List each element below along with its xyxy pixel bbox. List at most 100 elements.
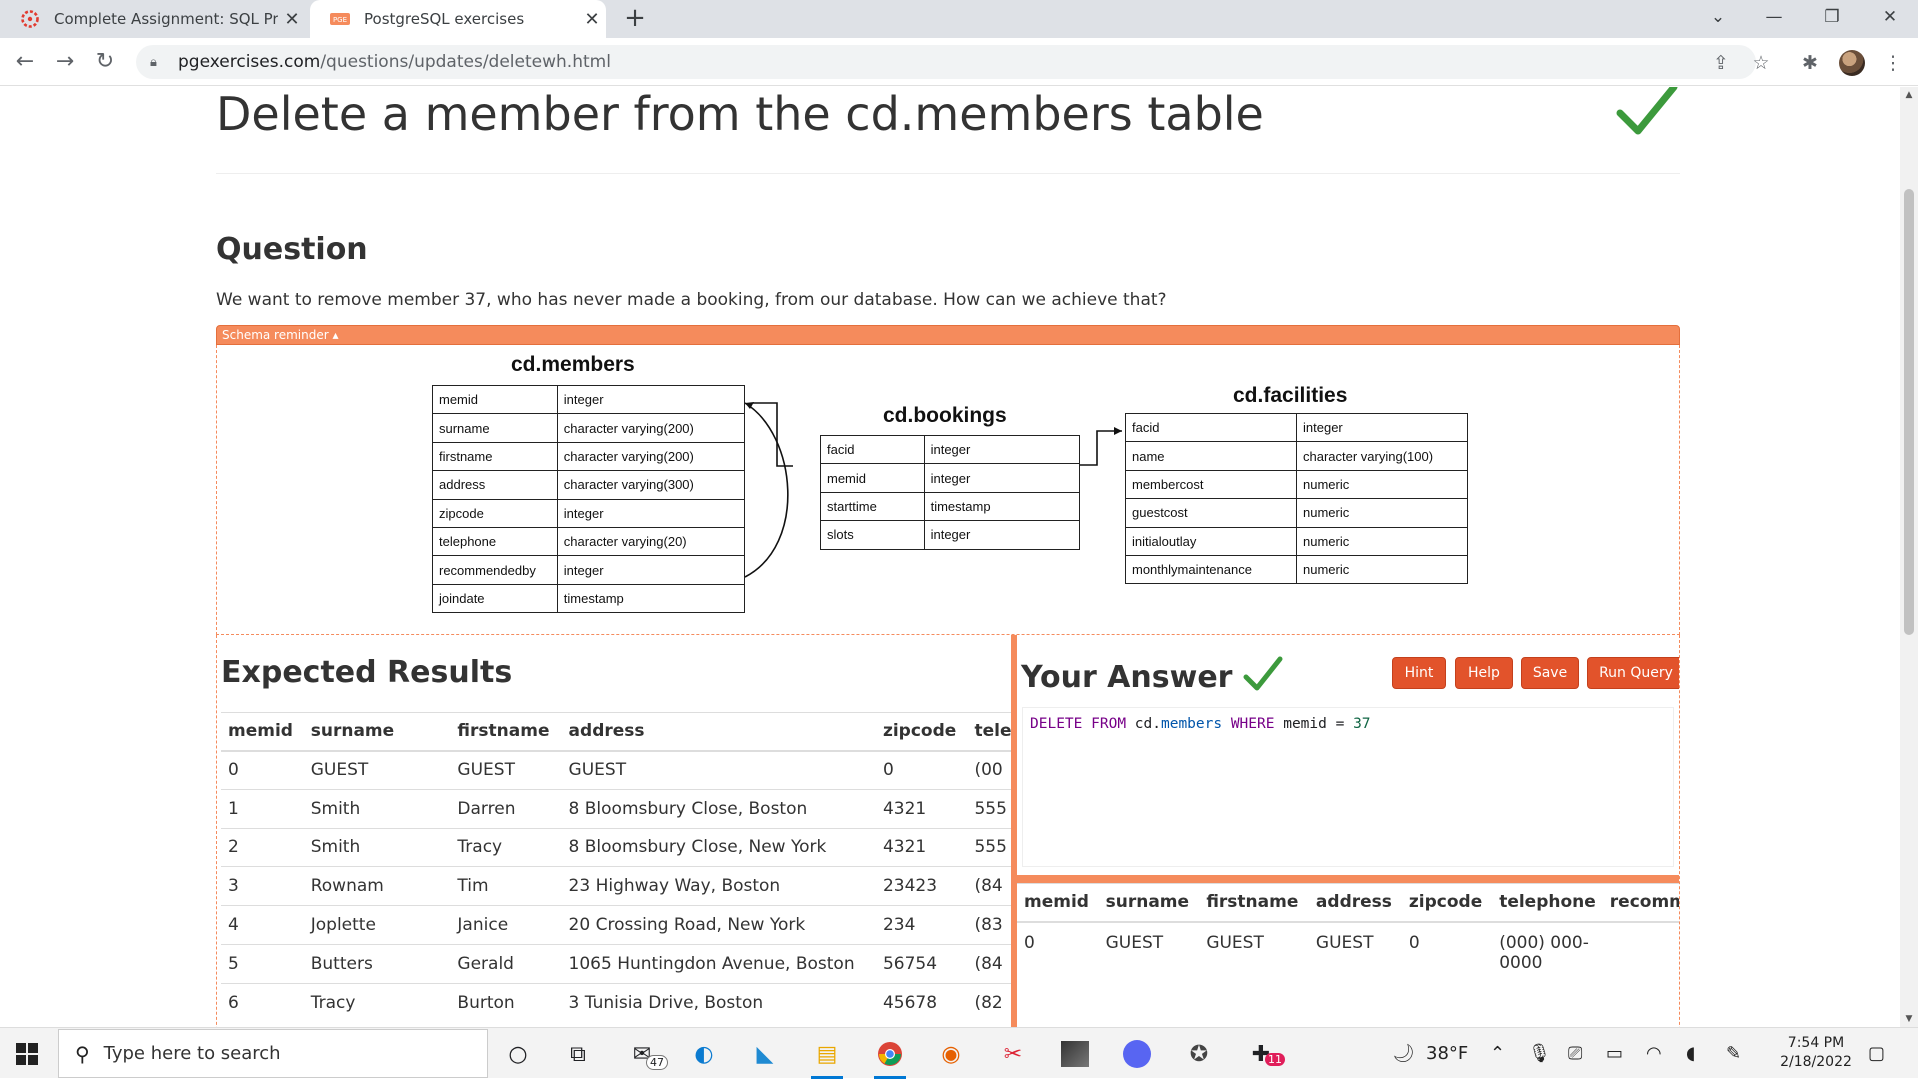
table-row: 2 Smith Tracy 8 Bloomsbury Close, New York 4… (221, 827, 1011, 867)
tab-search-icon[interactable]: ⌄ (1690, 0, 1746, 34)
table-cell (1602, 921, 1679, 1012)
weather-moon-icon[interactable]: 🌙︎ (1392, 1028, 1415, 1079)
column-name: memid (820, 463, 925, 493)
column-header: firstname (450, 712, 562, 752)
browser-toolbar: ← → ↻ 🔒︎ pgexercises.com/questions/updat… (0, 38, 1918, 86)
schema-row: facid integer (820, 434, 1081, 465)
column-type: timestamp (923, 491, 1081, 522)
table-cell: 5 (221, 943, 304, 984)
schema-diagram: cd.members memid integer surname character … (216, 345, 1680, 635)
task-view-icon[interactable]: ⧉ (558, 1035, 598, 1073)
notifications-icon[interactable]: ▢ (1868, 1028, 1885, 1079)
taskbar-search-box[interactable]: ⚲ Type here to search (58, 1029, 488, 1078)
column-name: zipcode (432, 498, 558, 528)
chrome-icon[interactable] (870, 1035, 910, 1079)
table-cell: 555 (967, 788, 1011, 829)
scroll-down-arrow[interactable]: ▼ (1900, 1011, 1918, 1027)
windows-start-icon[interactable] (16, 1043, 38, 1065)
discord-icon[interactable] (1117, 1035, 1157, 1073)
bookings-schema-table: facid integer memid integer starttime timesta… (820, 434, 1081, 550)
schema-row: facid integer (1125, 412, 1468, 443)
maximize-button[interactable]: ❐ (1804, 0, 1860, 34)
game-app-icon[interactable] (1055, 1035, 1095, 1073)
page-scrollbar[interactable]: ▲ ▼ (1900, 87, 1918, 1027)
sql-editor[interactable]: DELETE FROM cd.members WHERE memid = 37 (1022, 707, 1674, 867)
sql-column: memid (1283, 716, 1327, 732)
table-cell: Butters (303, 943, 451, 984)
tray-chevron-icon[interactable]: ⌃ (1490, 1028, 1505, 1079)
table-cell: GUEST (450, 750, 562, 790)
wifi-icon[interactable]: ◠ (1646, 1028, 1662, 1079)
scroll-thumb[interactable] (1904, 189, 1914, 635)
page-viewport: Delete a member from the cd.members tabl… (0, 87, 1900, 1027)
sql-keyword: FROM (1091, 716, 1127, 732)
battery-icon[interactable]: ▭ (1606, 1028, 1623, 1079)
bookmark-star-icon[interactable]: ☆ (1748, 50, 1774, 76)
file-explorer-icon[interactable]: ▤ (807, 1035, 847, 1079)
star-app-icon[interactable]: ✪ (1179, 1035, 1219, 1073)
table-row: 1 Smith Darren 8 Bloomsbury Close, Boston 43… (221, 788, 1011, 829)
table-cell: Smith (303, 827, 451, 867)
schema-row: monthlymaintenance numeric (1125, 554, 1468, 585)
address-bar[interactable]: 🔒︎ pgexercises.com/questions/updates/del… (136, 45, 1756, 79)
table-cell: GUEST (561, 750, 876, 790)
column-type: numeric (1296, 526, 1468, 556)
tab-canvas-assignment[interactable]: Complete Assignment: SQL Practi ✕ (0, 0, 306, 38)
schema-row: memid integer (820, 463, 1081, 493)
column-name: guestcost (1125, 498, 1297, 528)
column-header: telephone (1492, 883, 1603, 923)
hint-button[interactable]: Hint (1392, 657, 1446, 689)
column-name: surname (432, 413, 558, 443)
save-button[interactable]: Save (1521, 657, 1579, 689)
mail-icon[interactable]: ✉ 47 (622, 1035, 668, 1073)
column-type: numeric (1296, 498, 1468, 528)
firefox-icon[interactable]: ◉ (931, 1035, 971, 1073)
sql-keyword: WHERE (1230, 716, 1275, 732)
forward-icon[interactable]: → (50, 48, 80, 78)
vscode-icon[interactable]: ◣ (745, 1035, 785, 1073)
close-window-button[interactable]: ✕ (1862, 0, 1918, 34)
pen-icon[interactable]: ✎ (1726, 1028, 1741, 1079)
column-header: address (1308, 883, 1402, 923)
new-tab-button[interactable]: + (620, 4, 650, 34)
schema-reminder-toggle[interactable]: Schema reminder ▴ (216, 325, 1680, 345)
table-cell: 4321 (875, 827, 968, 867)
column-type: numeric (1296, 469, 1468, 500)
taskbar-clock[interactable]: 7:54 PM 2/18/2022 (1770, 1034, 1862, 1072)
slack-icon[interactable]: ✚ 11 (1241, 1035, 1285, 1073)
reload-icon[interactable]: ↻ (90, 48, 120, 78)
schema-row: membercost numeric (1125, 469, 1468, 500)
editor-results-splitter[interactable] (1017, 875, 1679, 883)
column-type: character varying(300) (556, 470, 746, 500)
back-icon[interactable]: ← (10, 48, 40, 78)
table-cell: Smith (303, 788, 451, 829)
close-tab-icon[interactable]: ✕ (278, 9, 306, 30)
minimize-button[interactable]: — (1746, 0, 1802, 34)
clock-time: 7:54 PM (1787, 1035, 1845, 1051)
volume-icon[interactable]: ◖ (1686, 1028, 1695, 1079)
column-header: tele (967, 712, 1011, 752)
menu-kebab-icon[interactable]: ⋮ (1880, 50, 1906, 76)
schema-row: slots integer (820, 520, 1081, 550)
schema-row: firstname character varying(200) (432, 441, 746, 472)
extensions-icon[interactable]: ✱ (1797, 50, 1823, 76)
weather-temp[interactable]: 38°F (1426, 1028, 1468, 1079)
close-tab-icon[interactable]: ✕ (578, 9, 606, 30)
table-cell: 8 Bloomsbury Close, New York (561, 827, 876, 867)
help-button[interactable]: Help (1455, 657, 1513, 689)
cortana-icon[interactable]: ○ (498, 1035, 538, 1073)
scroll-up-arrow[interactable]: ▲ (1900, 87, 1918, 103)
sql-keyword: DELETE (1030, 716, 1083, 732)
edge-icon[interactable]: ◐ (684, 1035, 724, 1073)
share-icon[interactable]: ⇪ (1708, 50, 1734, 76)
snip-tool-icon[interactable]: ✂ (993, 1035, 1033, 1073)
tab-postgresql-exercises[interactable]: PGE PostgreSQL exercises ✕ (310, 0, 606, 38)
microphone-icon[interactable]: 🎙︎ (1528, 1028, 1551, 1079)
table-cell: (84 (967, 866, 1011, 906)
meet-now-icon[interactable]: ⎚ (1568, 1028, 1582, 1079)
windows-taskbar: ⚲ Type here to search ○ ⧉ ✉ 47 ◐ ◣ ▤ ◉ ✂ … (0, 1027, 1918, 1079)
profile-avatar[interactable] (1839, 50, 1865, 76)
table-cell: 4321 (875, 788, 968, 829)
run-query-button[interactable]: Run Query (1587, 657, 1679, 689)
schema-row: zipcode integer (432, 498, 746, 528)
